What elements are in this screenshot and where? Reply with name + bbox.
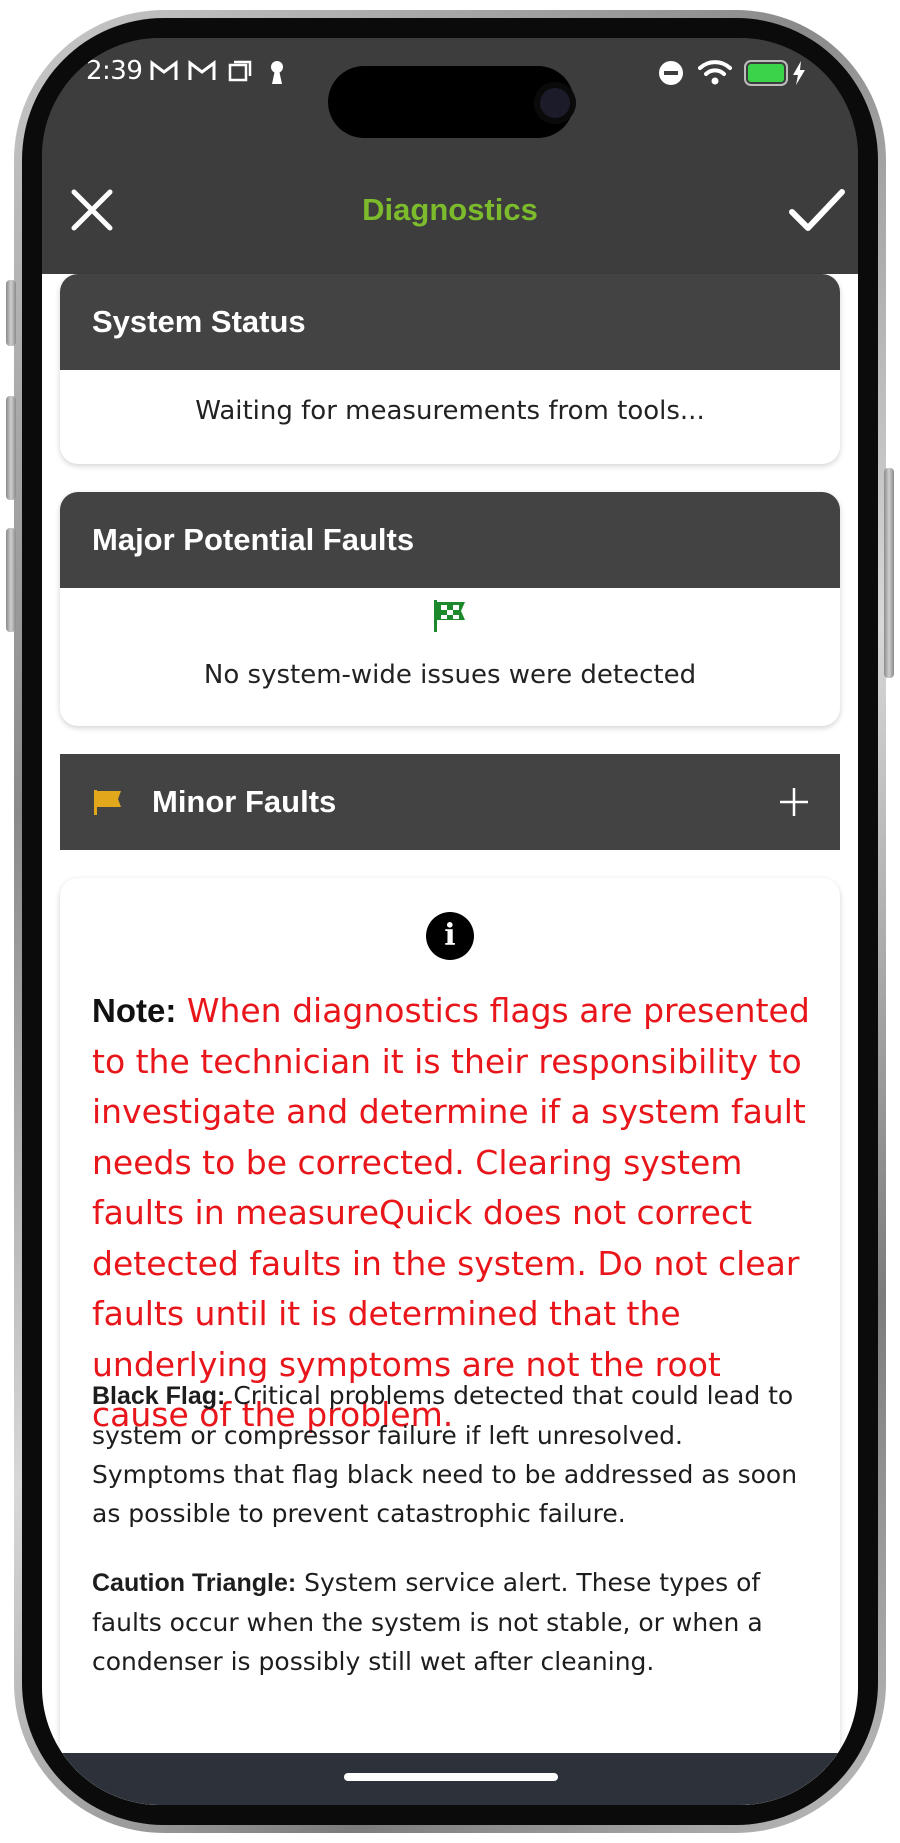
status-time: 2:39 xyxy=(86,56,143,86)
checkered-flag-icon xyxy=(60,588,840,638)
action-button xyxy=(6,280,16,346)
volume-down-button xyxy=(6,528,16,632)
wifi-icon xyxy=(698,58,732,90)
note-label: Note: xyxy=(92,992,177,1029)
note-text: When diagnostics flags are presented to … xyxy=(92,991,810,1434)
battery-level xyxy=(748,64,784,82)
square-icon xyxy=(228,60,252,86)
battery-charging-icon xyxy=(744,60,788,86)
power-button xyxy=(884,468,894,678)
major-faults-header: Major Potential Faults xyxy=(60,492,840,588)
app-toolbar: Diagnostics xyxy=(42,138,858,274)
keyhole-icon xyxy=(268,60,286,90)
system-status-header: System Status xyxy=(60,274,840,370)
black-flag-label: Black Flag: xyxy=(92,1382,226,1410)
check-icon xyxy=(789,189,845,231)
note-paragraph: Note: When diagnostics flags are present… xyxy=(92,986,812,1441)
minor-faults-header[interactable]: Minor Faults xyxy=(60,754,840,850)
minor-faults-label: Minor Faults xyxy=(152,784,337,819)
caution-triangle-paragraph: Caution Triangle: System service alert. … xyxy=(92,1563,822,1681)
home-indicator[interactable] xyxy=(344,1773,558,1781)
charging-bolt-icon xyxy=(792,60,806,90)
info-card: i Note: When diagnostics flags are prese… xyxy=(60,878,840,1805)
status-bar: 2:39 xyxy=(42,38,858,138)
front-camera xyxy=(534,82,576,124)
volume-up-button xyxy=(6,396,16,500)
confirm-button[interactable] xyxy=(784,178,848,242)
major-faults-card: Major Potential Faults No system-wide is… xyxy=(60,492,840,726)
home-indicator-area xyxy=(42,1753,858,1805)
black-flag-paragraph: Black Flag: Critical problems detected t… xyxy=(92,1376,822,1533)
gmail-icon xyxy=(150,60,178,86)
caution-label: Caution Triangle: xyxy=(92,1569,297,1597)
major-faults-message: No system-wide issues were detected xyxy=(203,660,697,690)
system-status-card: System Status Waiting for measurements f… xyxy=(60,274,840,464)
yellow-flag-icon xyxy=(94,790,121,815)
system-status-message: Waiting for measurements from tools... xyxy=(195,396,705,426)
page-title: Diagnostics xyxy=(362,192,538,227)
phone-screen: 2:39 Diagnostics System Status Waiting f… xyxy=(42,38,858,1805)
plus-icon[interactable] xyxy=(778,786,810,818)
do-not-disturb-icon xyxy=(658,60,684,90)
gmail-icon xyxy=(188,60,216,86)
diagnostics-content[interactable]: System Status Waiting for measurements f… xyxy=(42,274,858,1805)
info-icon: i xyxy=(426,912,474,960)
